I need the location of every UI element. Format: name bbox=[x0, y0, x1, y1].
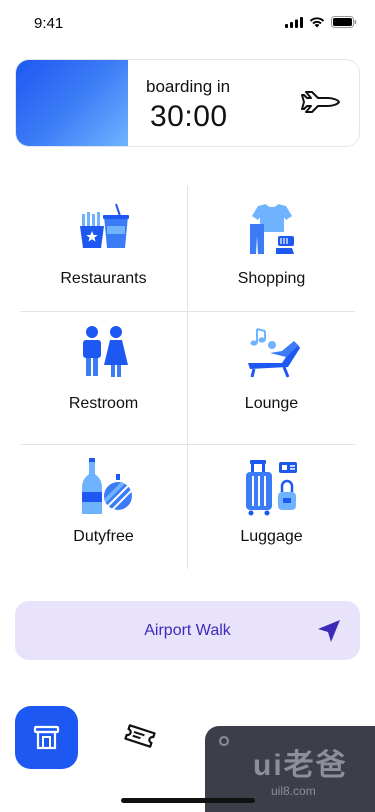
boarding-gradient bbox=[16, 60, 128, 146]
boarding-card[interactable]: boarding in 30:00 bbox=[15, 59, 360, 147]
airport-walk-button[interactable]: Airport Walk bbox=[15, 601, 360, 660]
wifi-icon bbox=[309, 17, 325, 28]
boarding-countdown: 30:00 bbox=[150, 100, 228, 133]
airplane-icon bbox=[301, 91, 340, 113]
lounge-icon bbox=[247, 328, 300, 378]
category-label: Luggage bbox=[240, 528, 303, 545]
category-label: Lounge bbox=[244, 395, 299, 412]
category-label: Restaurants bbox=[60, 270, 147, 287]
airport-walk-label: Airport Walk bbox=[144, 622, 231, 639]
category-label: Shopping bbox=[237, 270, 306, 287]
category-grid: Restaurants Shopping Restroom Lounge Dut… bbox=[20, 186, 355, 569]
category-restaurants[interactable]: Restaurants bbox=[20, 186, 187, 311]
boarding-label: boarding in bbox=[146, 77, 231, 96]
navigation-arrow-icon bbox=[318, 620, 340, 642]
ticket-icon[interactable] bbox=[122, 720, 158, 752]
nav-home-button[interactable] bbox=[15, 706, 78, 769]
dutyfree-icon bbox=[81, 458, 133, 514]
watermark-dot bbox=[219, 736, 229, 746]
category-restroom[interactable]: Restroom bbox=[20, 311, 187, 436]
category-shopping[interactable]: Shopping bbox=[188, 186, 355, 311]
status-bar: 9:41 bbox=[0, 0, 375, 46]
battery-icon bbox=[331, 16, 357, 28]
watermark-logo: ui老爸 bbox=[253, 749, 348, 782]
watermark-url: uil8.com bbox=[271, 784, 316, 798]
restaurant-icon bbox=[79, 203, 129, 248]
status-icons bbox=[285, 16, 357, 28]
restroom-icon bbox=[82, 326, 128, 377]
shopping-icon bbox=[249, 204, 294, 254]
home-indicator bbox=[121, 798, 255, 803]
category-luggage[interactable]: Luggage bbox=[188, 444, 355, 569]
home-icon bbox=[33, 725, 60, 750]
category-label: Dutyfree bbox=[73, 528, 134, 545]
category-label: Restroom bbox=[68, 395, 139, 412]
signal-icon bbox=[285, 16, 303, 28]
luggage-icon bbox=[245, 460, 297, 516]
status-time: 9:41 bbox=[34, 15, 64, 32]
category-dutyfree[interactable]: Dutyfree bbox=[20, 444, 187, 569]
category-lounge[interactable]: Lounge bbox=[188, 311, 355, 436]
